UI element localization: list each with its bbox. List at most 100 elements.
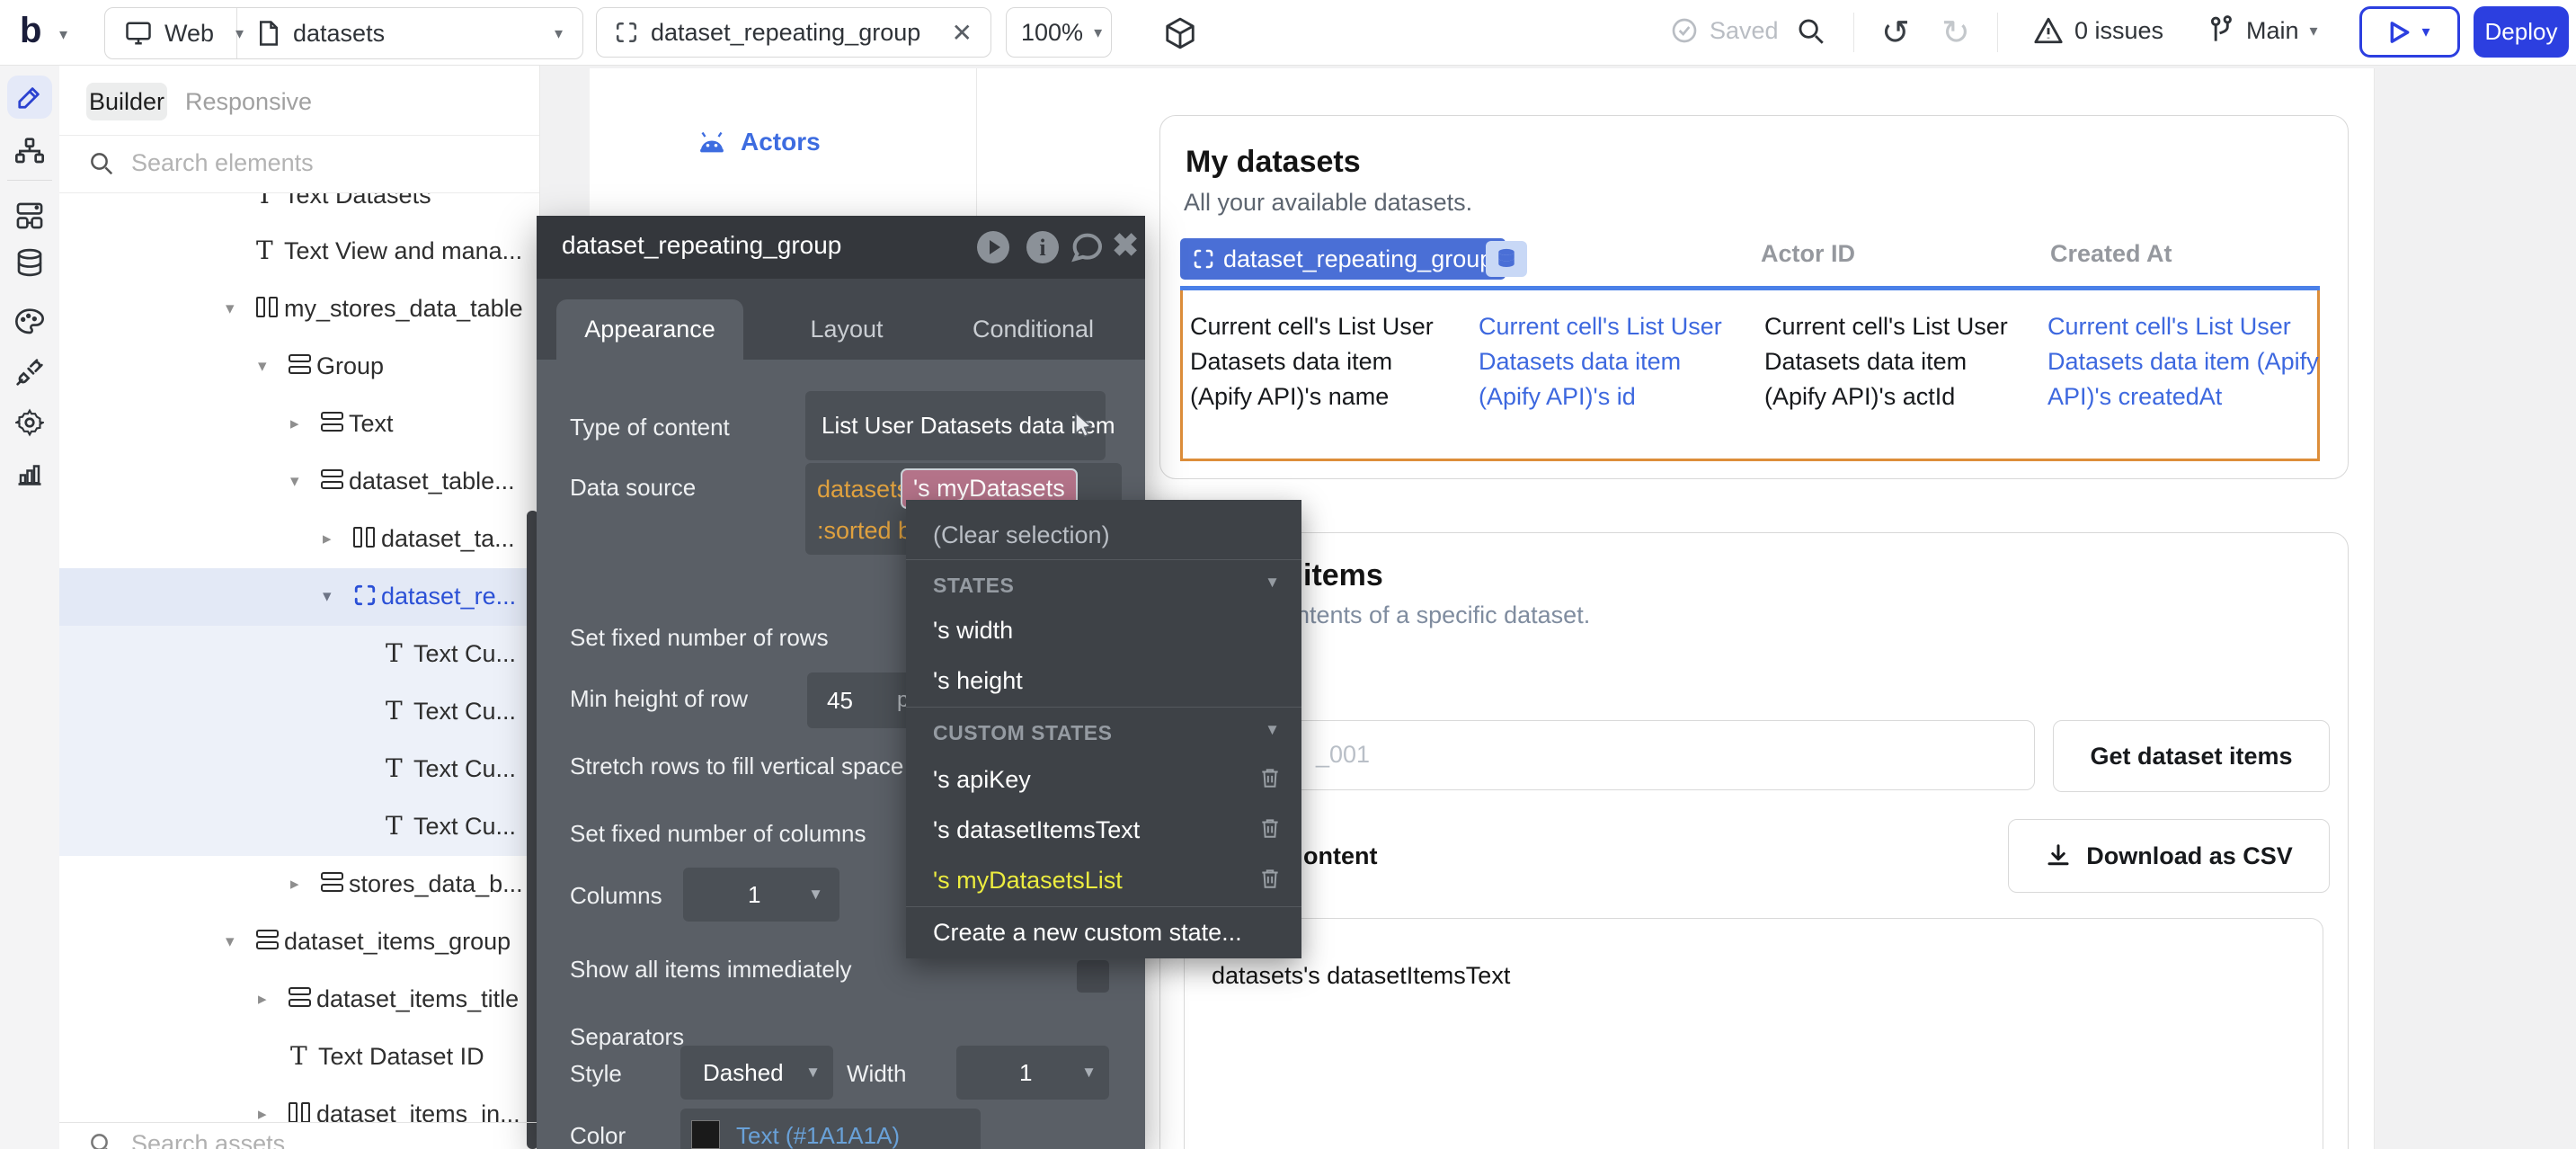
dataset-id-input[interactable]: _001	[1292, 720, 2035, 790]
dropdown-item-height[interactable]: 's height	[933, 667, 1023, 695]
collapse-arrow-icon[interactable]: ▾	[258, 358, 267, 375]
trash-icon[interactable]	[1258, 867, 1282, 890]
collapse-arrow-icon[interactable]: ▾	[226, 933, 235, 950]
expand-arrow-icon[interactable]: ▸	[290, 876, 299, 893]
separator-style-select[interactable]: Dashed ▼	[680, 1046, 833, 1100]
chevron-down-icon[interactable]: ▾	[59, 25, 67, 44]
styles-palette-icon[interactable]	[12, 304, 48, 340]
expand-arrow-icon[interactable]: ▸	[258, 1106, 267, 1122]
plugins-plug-icon[interactable]	[12, 354, 48, 390]
tree-item[interactable]: ▸ dataset_items_title	[59, 971, 539, 1029]
get-dataset-items-button[interactable]: Get dataset items	[2053, 720, 2330, 792]
selected-element-chip[interactable]: dataset_repeating_group	[1180, 238, 1506, 280]
search-icon[interactable]	[1796, 16, 1826, 47]
logs-chart-icon[interactable]	[12, 455, 48, 491]
branch-selector[interactable]: Main ▾	[2207, 14, 2318, 47]
package-cube-icon[interactable]	[1163, 16, 1197, 50]
redo-icon[interactable]: ↻	[1941, 13, 1970, 53]
dropdown-states-header[interactable]: STATES	[933, 574, 1014, 598]
tree-item[interactable]: T Text Cu...	[59, 626, 539, 683]
expression-prefix[interactable]: datasets	[817, 476, 909, 503]
color-swatch[interactable]	[691, 1120, 720, 1149]
components-icon[interactable]	[12, 198, 48, 234]
tab-layout[interactable]: Layout	[788, 299, 905, 360]
dropdown-item-datasetitemstext[interactable]: 's datasetItemsText	[933, 816, 1140, 844]
property-editor-header[interactable]: dataset_repeating_group i ✖	[537, 216, 1145, 279]
tree-item[interactable]: ▾ dataset_items_group	[59, 913, 539, 971]
open-element-tab[interactable]: dataset_repeating_group ✕	[596, 7, 991, 58]
expression-suffix[interactable]: :sorted b	[817, 517, 911, 545]
selected-element-chip-label: dataset_repeating_group	[1223, 245, 1493, 273]
tab-conditional[interactable]: Conditional	[968, 299, 1098, 360]
tab-responsive[interactable]: Responsive	[185, 83, 312, 120]
deploy-button[interactable]: Deploy	[2474, 6, 2569, 58]
page-selector[interactable]: datasets ▾	[237, 8, 582, 58]
expand-arrow-icon[interactable]: ▸	[258, 991, 267, 1008]
tab-appearance-selected[interactable]: Appearance	[556, 299, 743, 360]
repeating-group-selection[interactable]: Current cell's List User Datasets data i…	[1180, 287, 2320, 461]
tree-item[interactable]: T Text View and mana...	[59, 223, 539, 281]
rail-divider	[7, 180, 52, 181]
separator-color-field[interactable]: Text (#1A1A1A)	[680, 1109, 981, 1149]
expand-arrow-icon[interactable]: ▸	[290, 415, 299, 432]
columns-select[interactable]: 1 ▼	[683, 868, 839, 922]
tree-item[interactable]: ▾ dataset_table...	[59, 453, 539, 511]
repeating-group-icon	[1193, 248, 1214, 270]
tab-builder[interactable]: Builder	[86, 83, 167, 120]
tree-item-selected[interactable]: ▾ dataset_re...	[59, 568, 539, 626]
tree-item[interactable]: T Text Cu...	[59, 741, 539, 798]
dropdown-custom-states-header[interactable]: CUSTOM STATES	[933, 721, 1112, 745]
info-icon[interactable]: i	[1025, 229, 1061, 265]
type-of-content-select[interactable]: List User Datasets data item ▼	[805, 391, 1106, 460]
database-icon[interactable]	[12, 245, 48, 281]
tree-item[interactable]: ▸ stores_data_b...	[59, 856, 539, 913]
separator-width-select[interactable]: 1 ▼	[956, 1046, 1109, 1100]
nav-item-actors[interactable]: Actors	[696, 128, 821, 156]
preview-play-icon[interactable]	[975, 229, 1011, 265]
tab-design-selected[interactable]	[7, 76, 52, 119]
tree-item[interactable]: T Text Cu...	[59, 798, 539, 856]
dropdown-create-custom-state[interactable]: Create a new custom state...	[933, 919, 1242, 947]
trash-icon[interactable]	[1258, 816, 1282, 840]
search-elements-input[interactable]: Search elements	[59, 136, 539, 193]
undo-icon[interactable]: ↺	[1881, 13, 1910, 53]
dropdown-item-mydatasetslist-highlighted[interactable]: 's myDatasetsList	[933, 867, 1123, 895]
search-assets-bar[interactable]: Search assets	[59, 1122, 539, 1149]
show-all-items-checkbox[interactable]	[1077, 960, 1109, 993]
data-source-mini-chip[interactable]	[1486, 241, 1527, 277]
download-csv-button[interactable]: Download as CSV	[2008, 819, 2330, 893]
tree-item[interactable]: ▾ my_stores_data_table	[59, 281, 539, 338]
tree-item[interactable]: T Text Dataset ID	[59, 1029, 539, 1086]
play-icon	[2389, 21, 2411, 44]
bubble-logo[interactable]: b	[20, 11, 41, 51]
android-robot-icon	[696, 129, 728, 156]
close-icon[interactable]: ✖	[1112, 227, 1148, 263]
preview-button[interactable]: ▾	[2359, 6, 2460, 58]
collapse-arrow-icon[interactable]: ▾	[290, 473, 299, 490]
issues-indicator[interactable]: 0 issues	[2033, 16, 2163, 45]
settings-gear-icon[interactable]	[12, 405, 48, 441]
close-tab-icon[interactable]: ✕	[952, 18, 973, 48]
zoom-control[interactable]: 100% ▾	[1006, 7, 1112, 58]
table-cell-createdat[interactable]: Current cell's List User Datasets data i…	[2047, 309, 2326, 414]
tree-item[interactable]: ▸ Text	[59, 396, 539, 453]
chevron-down-icon: ▾	[2310, 22, 2318, 40]
workflow-icon[interactable]	[12, 133, 48, 169]
tree-item[interactable]: T Text Datasets	[59, 193, 539, 225]
dropdown-clear-selection[interactable]: (Clear selection)	[933, 521, 1110, 549]
save-status-label: Saved	[1710, 17, 1779, 45]
tree-item[interactable]: ▸ dataset_items_in...	[59, 1086, 539, 1122]
tree-item[interactable]: ▾ Group	[59, 338, 539, 396]
comment-icon[interactable]	[1069, 229, 1105, 265]
tree-item[interactable]: ▸ dataset_ta...	[59, 511, 539, 568]
table-cell-id[interactable]: Current cell's List User Datasets data i…	[1479, 309, 1728, 414]
dropdown-item-width[interactable]: 's width	[933, 617, 1013, 645]
trash-icon[interactable]	[1258, 766, 1282, 789]
collapse-arrow-icon[interactable]: ▾	[226, 300, 235, 317]
platform-selector[interactable]: Web ▾	[105, 8, 237, 58]
color-value-link[interactable]: Text (#1A1A1A)	[736, 1122, 900, 1149]
dropdown-item-apikey[interactable]: 's apiKey	[933, 766, 1031, 794]
collapse-arrow-icon[interactable]: ▾	[323, 588, 332, 605]
tree-item[interactable]: T Text Cu...	[59, 683, 539, 741]
expand-arrow-icon[interactable]: ▸	[323, 530, 332, 548]
